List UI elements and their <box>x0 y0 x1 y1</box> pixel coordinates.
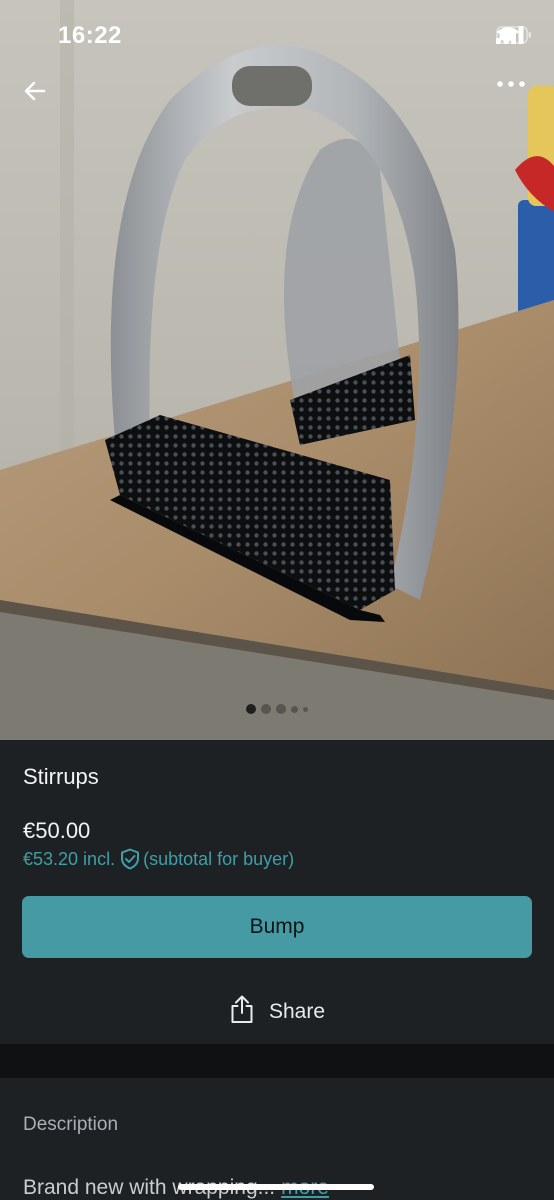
more-options-button[interactable] <box>496 80 532 116</box>
status-time: 16:22 <box>58 22 122 49</box>
page-dot[interactable] <box>276 704 286 714</box>
status-bar: 16:22 <box>0 0 554 74</box>
arrow-left-icon <box>24 81 46 101</box>
home-indicator[interactable] <box>178 1184 374 1190</box>
listing-screen: 16:22 Stirrups €50.00 €53.20 incl. (subt… <box>0 0 554 1200</box>
gallery-page-indicator[interactable] <box>0 704 554 714</box>
bump-button[interactable]: Bump <box>22 896 532 958</box>
item-title: Stirrups <box>23 764 99 789</box>
more-horizontal-icon <box>497 81 525 87</box>
buyer-price: €53.20 incl. <box>23 848 116 869</box>
page-dot[interactable] <box>261 704 271 714</box>
page-dot[interactable] <box>246 704 256 714</box>
buyer-price-row[interactable]: €53.20 incl. (subtotal for buyer) <box>23 848 294 870</box>
item-info-panel: Stirrups €50.00 €53.20 incl. (subtotal f… <box>0 740 554 1044</box>
share-button[interactable]: Share <box>0 990 554 1034</box>
stirrups-photo <box>0 0 554 740</box>
description-section: Description Brand new with wrapping...mo… <box>0 1078 554 1200</box>
shield-check-icon <box>120 848 140 870</box>
listing-photo[interactable]: 16:22 <box>0 0 554 740</box>
page-dot[interactable] <box>291 705 298 713</box>
page-dot[interactable] <box>303 706 308 712</box>
buyer-price-note: (subtotal for buyer) <box>143 848 295 869</box>
back-button[interactable] <box>22 78 58 114</box>
description-heading: Description <box>23 1114 119 1135</box>
section-divider <box>0 1044 554 1078</box>
share-icon <box>229 994 255 1030</box>
item-price: €50.00 <box>23 818 91 843</box>
share-label: Share <box>268 1000 326 1023</box>
